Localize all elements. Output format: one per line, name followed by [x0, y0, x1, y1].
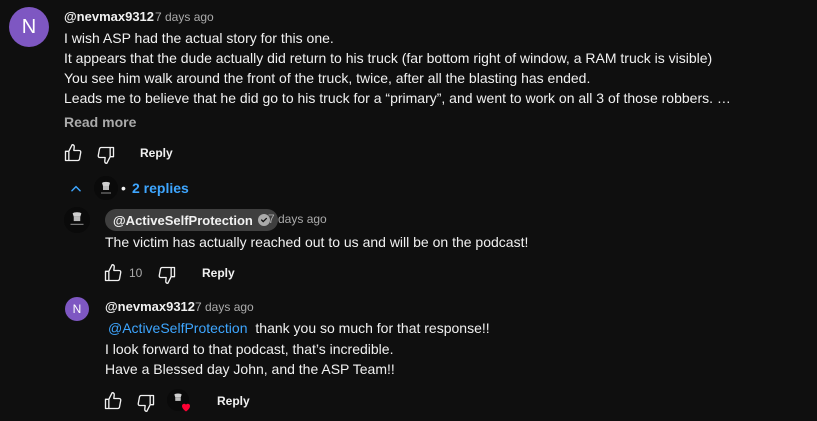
replies-bullet: • — [121, 180, 126, 196]
reply-text-line: I look forward to that podcast, that’s i… — [105, 341, 394, 357]
reply-timestamp[interactable]: 7 days ago — [268, 212, 327, 226]
avatar[interactable]: N — [65, 297, 89, 321]
chevron-up-icon[interactable] — [69, 182, 83, 196]
thumbs-down-icon[interactable] — [96, 145, 116, 165]
reply-timestamp[interactable]: 7 days ago — [195, 300, 254, 314]
creator-handle-badge[interactable]: @ActiveSelfProtection — [105, 209, 278, 231]
reply-author-avatar — [94, 176, 118, 200]
comment-text-line: I wish ASP had the actual story for this… — [64, 30, 334, 46]
reply-button[interactable]: Reply — [217, 394, 250, 408]
thumbs-down-icon[interactable] — [136, 393, 156, 413]
asp-logo-icon — [64, 207, 90, 233]
thumbs-up-icon[interactable] — [103, 391, 123, 411]
replies-toggle-button[interactable]: 2 replies — [132, 180, 189, 196]
avatar[interactable]: N — [9, 7, 49, 47]
comments-section: N @nevmax9312 7 days ago I wish ASP had … — [0, 0, 817, 421]
avatar-letter: N — [72, 302, 82, 316]
reply-author: @ActiveSelfProtection — [113, 212, 253, 228]
comment-timestamp[interactable]: 7 days ago — [155, 10, 214, 24]
thumbs-up-icon[interactable] — [63, 143, 83, 163]
reply-button[interactable]: Reply — [202, 266, 235, 280]
thumbs-down-icon[interactable] — [157, 265, 177, 285]
reply-author[interactable]: @nevmax9312 — [105, 299, 195, 314]
read-more-button[interactable]: Read more — [64, 114, 136, 130]
mention-link[interactable]: @ActiveSelfProtection — [108, 320, 248, 336]
comment-text-line: Leads me to believe that he did go to hi… — [64, 90, 731, 106]
reply-text: The victim has actually reached out to u… — [105, 234, 529, 250]
reply-text-segment: thank you so much for that response!! — [255, 320, 490, 336]
like-count: 10 — [129, 266, 143, 280]
thumbs-up-icon[interactable] — [103, 263, 123, 283]
reply-text-line: @ActiveSelfProtection thank you so much … — [105, 320, 490, 336]
reply-button[interactable]: Reply — [140, 146, 173, 160]
heart-icon — [182, 403, 190, 412]
avatar[interactable] — [64, 207, 90, 233]
comment-author[interactable]: @nevmax9312 — [64, 9, 154, 24]
asp-logo-icon — [94, 176, 118, 200]
comment-text-line: It appears that the dude actually did re… — [64, 50, 713, 66]
reply-text-line: Have a Blessed day John, and the ASP Tea… — [105, 361, 395, 377]
avatar-letter: N — [21, 15, 37, 38]
comment-text-line: You see him walk around the front of the… — [64, 70, 591, 86]
